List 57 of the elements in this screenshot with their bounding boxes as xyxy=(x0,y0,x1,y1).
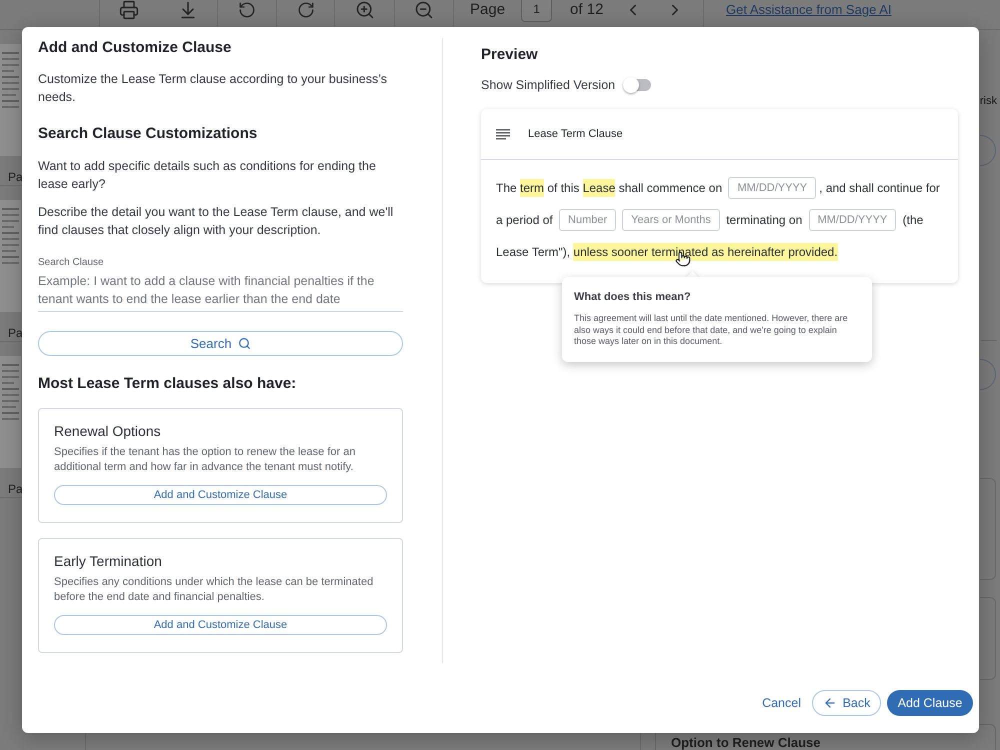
page-thumbnail[interactable] xyxy=(0,200,21,312)
search-icon xyxy=(238,337,251,350)
rotate-left-icon[interactable] xyxy=(237,0,257,20)
field-label: Search Clause xyxy=(38,257,104,269)
card-title: Option to Renew Clause xyxy=(671,736,822,750)
card-description: Specifies if the tenant has the option to renew the lease for an additional term and how far in advance the tenant must notify. xyxy=(54,445,356,475)
cancel-button[interactable]: Cancel xyxy=(762,694,801,712)
clause-text: shall commence on xyxy=(618,180,724,197)
card-title: Renewal Options xyxy=(54,422,162,440)
zoom-in-icon[interactable] xyxy=(354,0,374,20)
rotate-right-icon[interactable] xyxy=(296,0,316,20)
page-label: Page xyxy=(470,1,506,19)
preview-title: Preview xyxy=(481,45,539,65)
clause-text: of this xyxy=(546,180,580,197)
toggle-switch[interactable] xyxy=(623,77,652,93)
page-total: of 12 xyxy=(570,1,604,19)
input-field[interactable]: MM/DD/YYYY xyxy=(728,177,816,199)
dialog-title: Add and Customize Clause xyxy=(38,38,232,58)
add-clause-button[interactable]: Add and Customize Clause xyxy=(54,615,387,635)
page-thumbnail[interactable] xyxy=(0,356,21,468)
input-field[interactable]: MM/DD/YYYY xyxy=(808,209,896,231)
clause-text: The xyxy=(496,180,518,197)
page-label: Pa xyxy=(8,169,23,185)
description-text: Describe the detail you want to the Lease Term clause, and we'll find clauses that closely align with your description. xyxy=(38,204,394,239)
page-label: Pa xyxy=(8,325,23,341)
clause-text: terminating on xyxy=(725,212,804,229)
page-thumbnail[interactable] xyxy=(0,44,21,156)
highlighted-text[interactable]: term xyxy=(520,179,544,197)
text-lines-icon xyxy=(496,128,510,140)
panel-text: risk xyxy=(980,94,997,108)
toggle-label: Show Simplified Version xyxy=(481,76,616,94)
highlighted-text[interactable]: unless sooner terminated as hereinafter provided. xyxy=(573,243,838,261)
clause-text: (the xyxy=(902,212,924,229)
print-icon[interactable] xyxy=(119,0,140,20)
clause-text: a period of xyxy=(496,212,554,229)
clause-title: Lease Term Clause xyxy=(528,126,623,142)
add-clause-button[interactable]: Add and Customize Clause xyxy=(54,485,387,505)
section-heading: Search Clause Customizations xyxy=(38,124,258,144)
input-field[interactable]: Number xyxy=(559,209,616,231)
input-field[interactable]: Years or Months xyxy=(622,209,720,231)
card-description: Specifies any conditions under which the lease can be terminated before the end date and financial penalties. xyxy=(54,575,374,605)
clause-text: , and shall continue for xyxy=(819,180,940,197)
assistance-link[interactable]: Get Assistance from Sage AI xyxy=(726,0,892,20)
description-text: Want to add specific details such as conditions for ending the lease early? xyxy=(38,158,377,193)
tooltip-text: This agreement will last until the date mentioned. However, there are also ways it could end before that date, and we're going to explain those ways later on in this document. xyxy=(574,313,849,348)
add-clause-button[interactable]: Add Clause xyxy=(887,690,973,716)
page-label: Pa xyxy=(8,481,23,497)
tooltip-title: What does this mean? xyxy=(574,290,692,304)
zoom-out-icon[interactable] xyxy=(414,0,434,20)
back-button[interactable]: Back xyxy=(812,690,881,716)
highlighted-text[interactable]: Lease xyxy=(582,179,616,197)
card-title: Early Termination xyxy=(54,552,163,570)
page-number-field[interactable]: 1 xyxy=(521,0,552,22)
section-heading: Most Lease Term clauses also have: xyxy=(38,374,298,394)
intro-text: Customize the Lease Term clause according to your business’s needs. xyxy=(38,71,388,106)
clause-text: Lease Term"), xyxy=(496,244,572,261)
search-button[interactable]: Search xyxy=(38,331,403,356)
